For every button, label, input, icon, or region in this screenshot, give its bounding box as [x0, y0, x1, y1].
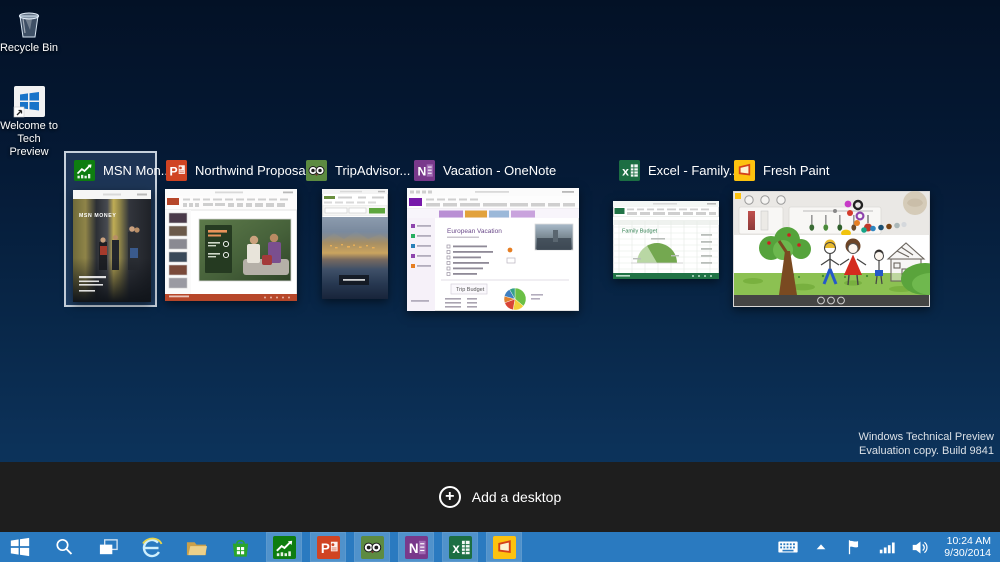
- svg-text:European Vacation: European Vacation: [447, 228, 502, 235]
- search-icon: [56, 538, 73, 555]
- msn-money-taskbar-button[interactable]: [266, 532, 302, 562]
- svg-text:P: P: [170, 164, 178, 178]
- taskview-window-tripadvisor[interactable]: [322, 189, 388, 299]
- fresh-paint-icon: [492, 535, 516, 559]
- welcome-shortcut-icon: [11, 84, 47, 120]
- window-title-onenote[interactable]: N Vacation - OneNote: [414, 159, 556, 181]
- task-view-bottom-strip: + Add a desktop: [0, 462, 1000, 532]
- watermark-line1: Windows Technical Preview: [858, 431, 994, 443]
- window-title-excel[interactable]: x Excel - Family...: [619, 159, 740, 181]
- add-desktop-button[interactable]: + Add a desktop: [433, 485, 568, 509]
- tripadvisor-preview-graphic: [322, 189, 388, 299]
- add-desktop-label: Add a desktop: [471, 489, 562, 505]
- start-button[interactable]: [2, 532, 38, 562]
- excel-icon: x: [448, 535, 472, 559]
- volume-button[interactable]: [907, 532, 933, 562]
- windows-logo-icon: [10, 537, 30, 557]
- fresh-paint-taskbar-button[interactable]: [486, 532, 522, 562]
- store-taskbar-button[interactable]: [222, 532, 258, 562]
- recycle-bin-icon: [11, 6, 47, 42]
- window-title-label: Northwind Proposa...: [195, 162, 317, 178]
- powerpoint-taskbar-button[interactable]: P: [310, 532, 346, 562]
- svg-text:Trip Budget: Trip Budget: [456, 287, 485, 293]
- fresh-paint-preview-graphic: [733, 191, 930, 307]
- watermark-line2: Evaluation copy. Build 9841: [859, 445, 994, 457]
- speaker-icon: [912, 540, 928, 554]
- clock-time: 10:24 AM: [946, 534, 991, 547]
- network-button[interactable]: [874, 532, 900, 562]
- onenote-taskbar-button[interactable]: N: [398, 532, 434, 562]
- fresh-paint-icon: [734, 159, 755, 181]
- taskview-window-vacation-onenote[interactable]: European Vacation Trip Budget: [407, 188, 579, 311]
- powerpoint-preview-graphic: [165, 189, 297, 301]
- search-button[interactable]: [46, 532, 82, 562]
- msn-money-icon: [74, 159, 95, 181]
- window-title-label: Excel - Family...: [648, 162, 740, 178]
- svg-text:P: P: [320, 540, 329, 555]
- svg-text:x: x: [622, 164, 629, 178]
- taskview-window-msn-money[interactable]: MSN MONEY: [73, 190, 151, 302]
- file-explorer-icon: [186, 541, 207, 555]
- plus-icon: +: [438, 486, 461, 508]
- welcome-tech-preview-desktop-icon[interactable]: Welcome to Tech Preview: [0, 84, 60, 159]
- taskview-window-northwind-powerpoint[interactable]: [165, 189, 297, 301]
- show-hidden-icons-button[interactable]: [808, 532, 834, 562]
- evaluation-watermark: Windows Technical Preview Evaluation cop…: [858, 430, 994, 458]
- taskbar: P N x 10:24 AM 9/30/2014: [0, 532, 1000, 562]
- window-title-fresh-paint[interactable]: Fresh Paint: [734, 159, 829, 181]
- taskbar-clock[interactable]: 10:24 AM 9/30/2014: [940, 535, 995, 560]
- desktop: Recycle Bin Welcome to Tech Preview MSN …: [0, 0, 1000, 562]
- svg-text:Family Budget: Family Budget: [622, 229, 658, 235]
- svg-text:MSN MONEY: MSN MONEY: [79, 213, 116, 219]
- svg-text:x: x: [452, 540, 460, 555]
- msn-money-preview-graphic: MSN MONEY: [73, 190, 151, 302]
- window-title-tripadvisor[interactable]: TripAdvisor...: [306, 159, 410, 181]
- system-tray: 10:24 AM 9/30/2014: [775, 532, 1000, 562]
- keyboard-icon: [778, 541, 798, 553]
- taskview-window-fresh-paint[interactable]: [733, 191, 930, 307]
- powerpoint-icon: P: [166, 159, 187, 181]
- excel-preview-graphic: Family Budget: [613, 201, 719, 279]
- msn-money-icon: [272, 535, 296, 559]
- onenote-preview-graphic: European Vacation Trip Budget: [407, 188, 579, 311]
- action-center-button[interactable]: [841, 532, 867, 562]
- window-title-label: TripAdvisor...: [335, 162, 411, 178]
- onenote-icon: N: [404, 535, 428, 559]
- clock-date: 9/30/2014: [944, 547, 991, 559]
- flag-icon: [849, 540, 859, 555]
- window-title-northwind[interactable]: P Northwind Proposa...: [166, 159, 316, 181]
- internet-explorer-icon: [142, 537, 163, 558]
- window-title-label: MSN Mon...: [103, 162, 172, 178]
- onenote-icon: N: [414, 159, 435, 181]
- window-title-label: Vacation - OneNote: [443, 162, 557, 178]
- tripadvisor-icon: [360, 535, 384, 559]
- excel-icon: x: [619, 159, 640, 181]
- tripadvisor-icon: [306, 159, 327, 181]
- window-title-msn-money[interactable]: MSN Mon...: [74, 159, 172, 181]
- touch-keyboard-button[interactable]: [775, 532, 801, 562]
- network-signal-icon: [880, 542, 895, 554]
- powerpoint-icon: P: [316, 535, 340, 559]
- file-explorer-taskbar-button[interactable]: [178, 532, 214, 562]
- svg-text:N: N: [418, 164, 427, 178]
- tripadvisor-taskbar-button[interactable]: [354, 532, 390, 562]
- svg-text:N: N: [408, 540, 418, 555]
- task-view-icon: [99, 538, 118, 554]
- task-view-button[interactable]: [90, 532, 126, 562]
- chevron-up-icon: [816, 544, 826, 550]
- internet-explorer-taskbar-button[interactable]: [134, 532, 170, 562]
- store-icon: [232, 539, 248, 557]
- welcome-label-line1: Welcome to: [0, 120, 58, 132]
- welcome-label-line2: Tech Preview: [9, 133, 49, 158]
- window-title-label: Fresh Paint: [763, 162, 830, 178]
- recycle-bin-label: Recycle Bin: [0, 42, 59, 54]
- taskview-window-excel-family[interactable]: Family Budget: [613, 201, 719, 279]
- excel-taskbar-button[interactable]: x: [442, 532, 478, 562]
- recycle-bin-desktop-icon[interactable]: Recycle Bin: [0, 6, 60, 55]
